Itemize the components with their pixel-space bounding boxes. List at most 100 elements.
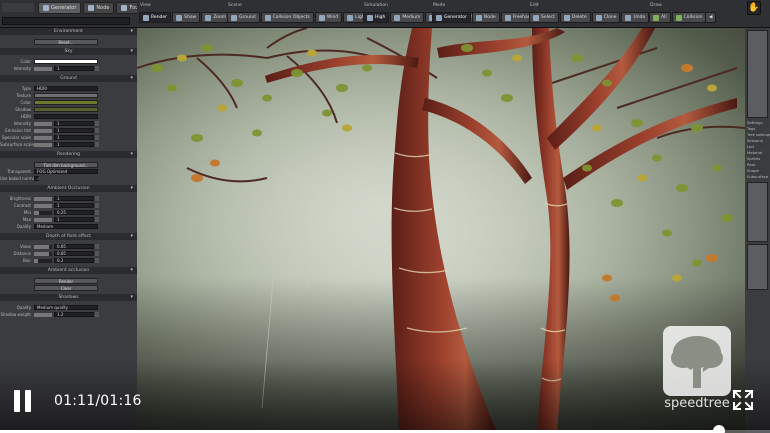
section-header-sky[interactable]: Sky ▾ [0, 48, 137, 55]
dropdown-field[interactable]: Medium quality [34, 305, 98, 310]
value-field[interactable]: 1 [54, 128, 94, 133]
collision-objects-button[interactable]: Collision Objects [260, 12, 314, 23]
spinner-arrows[interactable] [95, 66, 99, 71]
dropdown-field[interactable] [34, 114, 98, 119]
button-label: High [375, 15, 386, 20]
color-swatch[interactable] [34, 100, 98, 105]
value-field[interactable]: 1 [54, 121, 94, 126]
checkbox[interactable]: ✓ [34, 176, 40, 181]
slider-track[interactable] [34, 251, 52, 256]
node-button[interactable]: Node [471, 12, 500, 23]
value-field[interactable]: 0.25 [54, 210, 94, 215]
slider-track[interactable] [34, 258, 52, 263]
spinner-arrows[interactable] [95, 203, 99, 208]
section-header-ambient-occlusion[interactable]: Ambient Occlusion ▾ [0, 185, 137, 192]
color-swatch[interactable] [34, 93, 98, 98]
value-field[interactable]: 0.85 [54, 244, 94, 249]
property-row-value: Value 0.85 [0, 243, 137, 250]
property-row-reset: Reset... [0, 38, 137, 45]
slider-track[interactable] [34, 217, 52, 222]
hand-icon[interactable]: ✋ [747, 1, 761, 15]
slider-track[interactable] [34, 135, 52, 140]
generator-icon [436, 14, 442, 21]
all-button[interactable]: All [649, 12, 671, 23]
slider-track[interactable] [34, 312, 52, 317]
value-field[interactable]: 1 [54, 142, 94, 147]
spinner-arrows[interactable] [95, 244, 99, 249]
spinner-arrows[interactable] [95, 135, 99, 140]
zoom-button[interactable]: Zoom [201, 12, 231, 23]
clear-button[interactable]: Clear [34, 284, 98, 291]
high-button[interactable]: High [363, 12, 390, 23]
render-button[interactable]: Render [34, 277, 98, 284]
slider-track[interactable] [34, 244, 52, 249]
select-button[interactable]: Select [529, 12, 559, 23]
medium-button[interactable]: Medium [390, 12, 425, 23]
value-field[interactable]: 1 [54, 203, 94, 208]
section-header-depth-of-field-effect[interactable]: Depth of field effect ▾ [0, 233, 137, 240]
collision-button[interactable]: Collision [671, 12, 707, 23]
slider-track[interactable] [34, 203, 52, 208]
slider-track[interactable] [34, 210, 52, 215]
slider-track[interactable] [34, 196, 52, 201]
reset-button[interactable]: Reset... [34, 38, 98, 45]
spinner-arrows[interactable] [95, 121, 99, 126]
generator-button[interactable]: Generator [432, 12, 471, 23]
chevron-down-icon: ▾ [130, 48, 133, 54]
tint-dim-background-button[interactable]: Tint dim background... [34, 161, 98, 168]
value-field[interactable]: 1 [54, 66, 94, 71]
spinner-arrows[interactable] [95, 128, 99, 133]
ground-button[interactable]: Ground [227, 12, 260, 23]
material-thumbnail[interactable] [747, 182, 768, 242]
toolbar-group-label: Draw [650, 3, 662, 8]
property-row-quality: Quality Medium quality [0, 304, 137, 311]
property-label: Emission tint [5, 128, 31, 133]
wind-button[interactable]: Wind [314, 12, 343, 23]
value-field[interactable]: 1 [54, 196, 94, 201]
delete-button[interactable]: Delete [559, 12, 591, 23]
section-header-rendering[interactable]: Rendering ▾ [0, 151, 137, 158]
3d-viewport[interactable] [137, 28, 745, 433]
shape-thumbnail[interactable] [747, 244, 768, 290]
clone-button[interactable]: Clone [591, 12, 621, 23]
video-scrubber-knob[interactable] [713, 425, 726, 433]
tab-generator[interactable]: Generator [38, 2, 82, 14]
dropdown-field[interactable]: HDRI [34, 86, 98, 91]
section-header-shadows[interactable]: Shadows ▾ [0, 294, 137, 301]
color-swatch[interactable] [34, 107, 98, 112]
section-header-ground[interactable]: Ground ▾ [0, 75, 137, 82]
spinner-arrows[interactable] [95, 251, 99, 256]
preview-thumbnail[interactable] [747, 30, 768, 118]
slider-track[interactable] [34, 121, 52, 126]
slider-track[interactable] [34, 128, 52, 133]
render-button[interactable]: Render [139, 12, 172, 23]
value-field[interactable]: 1 [54, 135, 94, 140]
pause-icon[interactable] [14, 390, 38, 414]
value-field[interactable]: 0.85 [54, 251, 94, 256]
dropdown-field[interactable]: Medium [34, 224, 98, 229]
spinner-arrows[interactable] [95, 142, 99, 147]
section-header-ambient-occlusion[interactable]: Ambient occlusion ▾ [0, 267, 137, 274]
color-swatch[interactable] [34, 59, 98, 64]
dropdown-field[interactable]: FOG Optimized [34, 169, 98, 174]
spinner-arrows[interactable] [95, 196, 99, 201]
tab-node[interactable]: Node [83, 2, 115, 14]
show-button[interactable]: Show [172, 12, 201, 23]
fullscreen-icon[interactable] [732, 389, 754, 411]
spinner-arrows[interactable] [95, 210, 99, 215]
value-field[interactable]: 0.2 [54, 258, 94, 263]
slider-track[interactable] [34, 66, 52, 71]
slider-track[interactable] [34, 142, 52, 147]
section-header-environment[interactable]: Environment ▾ [0, 28, 137, 35]
freehand-icon [504, 14, 511, 21]
value-field[interactable]: 1 [54, 217, 94, 222]
value-field[interactable]: 1.2 [54, 312, 94, 317]
chevron-down-icon: ▾ [130, 294, 133, 300]
undo-button[interactable]: Undo [621, 12, 650, 23]
spinner-arrows[interactable] [95, 258, 99, 263]
property-search-input[interactable] [2, 17, 130, 25]
chevron-down-icon: ▾ [130, 233, 133, 239]
spinner-arrows[interactable] [95, 217, 99, 222]
spinner-arrows[interactable] [95, 312, 99, 317]
back-arrow-button[interactable]: ◀ [705, 12, 717, 23]
